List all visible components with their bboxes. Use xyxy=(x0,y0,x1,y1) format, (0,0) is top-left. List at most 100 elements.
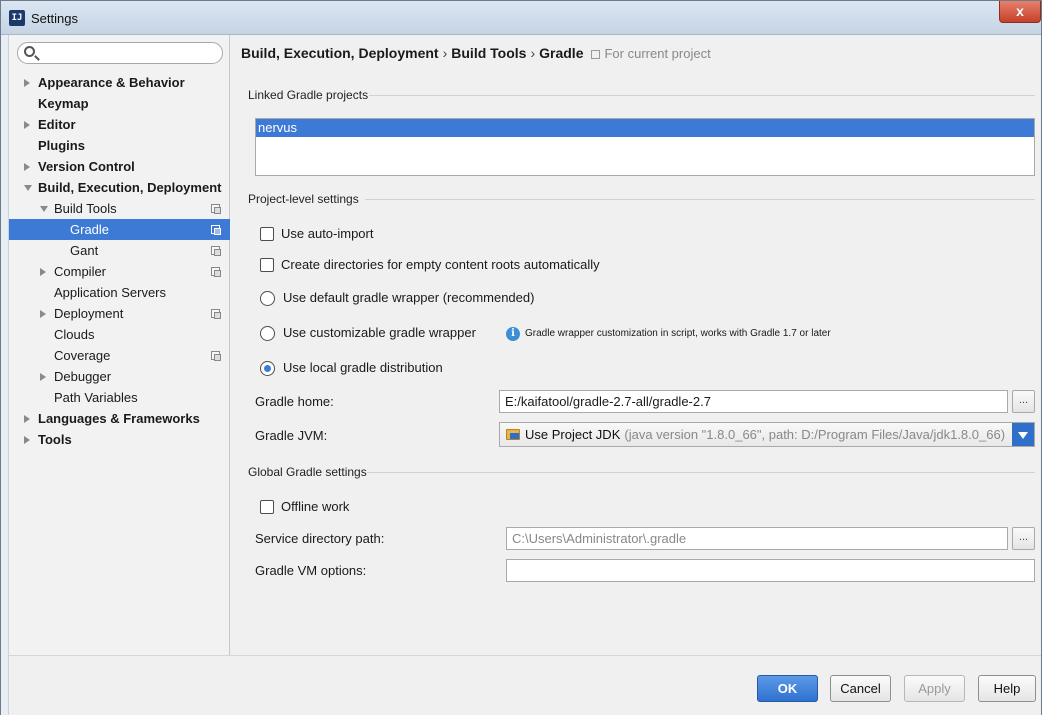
collapsed-arrow-icon[interactable] xyxy=(40,373,46,381)
service-dir-input[interactable]: C:\Users\Administrator\.gradle xyxy=(506,527,1008,550)
tree-item[interactable]: Gradle xyxy=(9,219,230,240)
auto-import-checkbox[interactable] xyxy=(260,227,274,241)
info-icon: i xyxy=(506,327,520,341)
cancel-button[interactable]: Cancel xyxy=(830,675,891,702)
wrapper-info-text: Gradle wrapper customization in script, … xyxy=(525,328,831,339)
search-input[interactable] xyxy=(40,45,218,61)
tree-item-label: Tools xyxy=(38,432,72,447)
custom-wrapper-radio[interactable] xyxy=(260,326,275,341)
title-bar: IJ Settings x xyxy=(1,1,1041,35)
tree-item[interactable]: Plugins xyxy=(9,135,230,156)
settings-window: IJ Settings x Appearance & Behavior Keyma… xyxy=(0,0,1042,715)
local-distribution-radio[interactable] xyxy=(260,361,275,376)
breadcrumb-separator: › xyxy=(530,45,536,61)
tree-item-label: Editor xyxy=(38,117,76,132)
tree-item[interactable]: Languages & Frameworks xyxy=(9,408,230,429)
linked-projects-list[interactable]: nervus xyxy=(255,118,1035,176)
tree-item[interactable]: Version Control xyxy=(9,156,230,177)
gradle-jvm-value: Use Project JDK xyxy=(525,427,621,442)
scope-text: For current project xyxy=(604,46,711,61)
tree-item-label: Debugger xyxy=(54,369,112,384)
custom-wrapper-label: Use customizable gradle wrapper xyxy=(283,325,476,340)
gradle-home-input[interactable]: E:/kaifatool/gradle-2.7-all/gradle-2.7 xyxy=(499,390,1008,413)
project-scope-icon xyxy=(211,225,221,235)
breadcrumb-item: Build, Execution, Deployment xyxy=(241,45,439,61)
service-dir-browse-button[interactable]: ... xyxy=(1012,527,1035,550)
vm-options-label: Gradle VM options: xyxy=(255,563,367,578)
collapsed-arrow-icon[interactable] xyxy=(24,79,30,87)
project-scope-icon xyxy=(211,204,221,214)
tree-item-label: Coverage xyxy=(54,348,111,363)
tree-item-label: Deployment xyxy=(54,306,124,321)
breadcrumb: Build, Execution, Deployment › Build Tools… xyxy=(241,45,711,61)
help-button[interactable]: Help xyxy=(978,675,1036,702)
project-scope-icon xyxy=(211,309,221,319)
tree-item-label: Languages & Frameworks xyxy=(38,411,200,426)
tree-item[interactable]: Application Servers xyxy=(9,282,230,303)
collapsed-arrow-icon[interactable] xyxy=(40,310,46,318)
default-wrapper-radio[interactable] xyxy=(260,291,275,306)
intellij-icon: IJ xyxy=(9,10,25,26)
tree-item[interactable]: Editor xyxy=(9,114,230,135)
tree-item-label: Gant xyxy=(70,243,99,258)
section-divider xyxy=(367,472,1035,473)
tree-item[interactable]: Clouds xyxy=(9,324,230,345)
project-level-title: Project-level settings xyxy=(248,192,359,206)
gradle-jvm-select[interactable]: Use Project JDK (java version "1.8.0_66",… xyxy=(499,422,1035,447)
offline-work-checkbox[interactable] xyxy=(260,500,274,514)
tree-item-label: Compiler xyxy=(54,264,107,279)
collapsed-arrow-icon[interactable] xyxy=(24,121,30,129)
tree-item-label: Path Variables xyxy=(54,390,138,405)
tree-item[interactable]: Gant xyxy=(9,240,230,261)
tree-item[interactable]: Keymap xyxy=(9,93,230,114)
tree-item[interactable]: Debugger xyxy=(9,366,230,387)
gradle-home-browse-button[interactable]: ... xyxy=(1012,390,1035,413)
gradle-jvm-detail: (java version "1.8.0_66", path: D:/Progr… xyxy=(624,427,1006,442)
ok-button[interactable]: OK xyxy=(757,675,818,702)
settings-tree-pane: Appearance & Behavior Keymap Editor Plugins… xyxy=(9,35,230,655)
gradle-home-label: Gradle home: xyxy=(255,394,334,409)
breadcrumb-item: Gradle xyxy=(539,45,584,61)
tree-item[interactable]: Appearance & Behavior xyxy=(9,72,230,93)
apply-button[interactable]: Apply xyxy=(904,675,965,702)
gradle-settings-panel: Build, Execution, Deployment › Build Tools… xyxy=(231,35,1041,655)
search-icon xyxy=(24,46,35,57)
settings-tree: Appearance & Behavior Keymap Editor Plugins… xyxy=(9,72,230,450)
tree-item-label: Build Tools xyxy=(54,201,117,216)
project-scope-icon xyxy=(211,246,221,256)
collapsed-arrow-icon[interactable] xyxy=(24,163,30,171)
chevron-down-icon[interactable] xyxy=(1012,423,1034,446)
project-scope-icon xyxy=(211,351,221,361)
vm-options-input[interactable] xyxy=(506,559,1035,582)
collapsed-arrow-icon[interactable] xyxy=(24,436,30,444)
section-divider xyxy=(365,199,1035,200)
jdk-folder-icon xyxy=(506,429,520,440)
tree-item[interactable]: Build Tools xyxy=(9,198,230,219)
collapsed-arrow-icon[interactable] xyxy=(40,268,46,276)
service-dir-label: Service directory path: xyxy=(255,531,385,546)
global-settings-title: Global Gradle settings xyxy=(248,465,367,479)
tree-item[interactable]: Compiler xyxy=(9,261,230,282)
tree-item-label: Plugins xyxy=(38,138,85,153)
list-item[interactable]: nervus xyxy=(256,119,1034,137)
breadcrumb-item: Build Tools xyxy=(451,45,527,61)
close-button[interactable]: x xyxy=(999,1,1041,23)
tree-item[interactable]: Tools xyxy=(9,429,230,450)
project-scope-icon xyxy=(211,267,221,277)
tree-item-label: Build, Execution, Deployment xyxy=(38,180,222,195)
collapsed-arrow-icon[interactable] xyxy=(24,415,30,423)
tree-item[interactable]: Deployment xyxy=(9,303,230,324)
scope-label: For current project xyxy=(591,46,711,61)
search-box[interactable] xyxy=(17,42,223,64)
linked-projects-title: Linked Gradle projects xyxy=(248,88,369,102)
tree-item-label: Appearance & Behavior xyxy=(38,75,185,90)
tree-item[interactable]: Coverage xyxy=(9,345,230,366)
expanded-arrow-icon[interactable] xyxy=(40,206,48,212)
tree-item-label: Keymap xyxy=(38,96,89,111)
create-dirs-checkbox[interactable] xyxy=(260,258,274,272)
tree-item[interactable]: Build, Execution, Deployment xyxy=(9,177,230,198)
tree-item-label: Clouds xyxy=(54,327,95,342)
expanded-arrow-icon[interactable] xyxy=(24,185,32,191)
tree-item[interactable]: Path Variables xyxy=(9,387,230,408)
local-distribution-label: Use local gradle distribution xyxy=(283,360,443,375)
